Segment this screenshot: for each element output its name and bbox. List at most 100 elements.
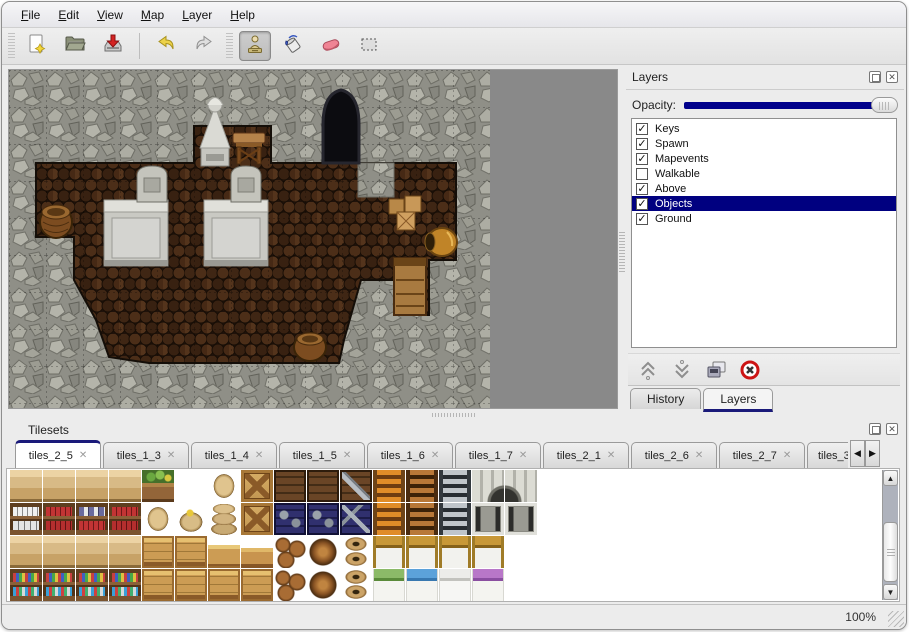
tileset-tile-bh[interactable] [406,536,438,568]
select-tool-button[interactable] [353,31,385,61]
eraser-tool-button[interactable] [315,31,347,61]
tileset-tile-sb[interactable] [43,503,75,535]
tileset-tile-xx[interactable] [505,569,537,601]
tileset-tile-lg[interactable] [439,470,471,502]
undo-button[interactable] [150,31,182,61]
layer-row-above[interactable]: ✓Above [632,181,896,196]
tab-close-icon[interactable]: ✕ [519,450,527,461]
tileset-tile-cl[interactable] [208,536,240,568]
fill-tool-button[interactable] [277,31,309,61]
tileset-tile-bw[interactable] [439,569,471,601]
tileset-tile-lb[interactable] [406,503,438,535]
tileset-tab-tiles_1_5[interactable]: tiles_1_5✕ [279,442,365,468]
tab-close-icon[interactable]: ✕ [255,450,263,461]
tileset-tile-sd[interactable] [10,503,42,535]
tab-close-icon[interactable]: ✕ [695,450,703,461]
tileset-tile-nt[interactable] [340,503,372,535]
tileset-tab-tiles_3[interactable]: tiles_3✕ [807,442,848,468]
tileset-scrollbar[interactable]: ▲ ▼ [882,470,898,600]
tileset-tile-sv[interactable] [109,569,141,601]
tileset-tile-nc[interactable] [274,503,306,535]
tileset-tile-arR[interactable] [505,470,537,502]
layer-row-ground[interactable]: ✓Ground [632,211,896,226]
new-file-button[interactable] [21,31,53,61]
layer-visibility-checkbox[interactable] [636,168,648,180]
tab-close-icon[interactable]: ✕ [607,450,615,461]
tab-close-icon[interactable]: ✕ [343,450,351,461]
tileset-tile-sb[interactable] [109,503,141,535]
tileset-tile-b3[interactable] [274,536,306,568]
layer-row-spawn[interactable]: ✓Spawn [632,136,896,151]
tileset-tile-os[interactable] [175,503,207,535]
tileset-tile-lo[interactable] [373,503,405,535]
layer-visibility-checkbox[interactable]: ✓ [636,198,648,210]
tileset-tile-st[interactable] [10,536,42,568]
scroll-up-button[interactable]: ▲ [883,470,898,486]
tab-close-icon[interactable]: ✕ [167,450,175,461]
tileset-tile-cx[interactable] [241,503,273,535]
tileset-tile-ob[interactable] [175,470,207,502]
tileset-tile-lg[interactable] [439,503,471,535]
menu-view[interactable]: View [88,4,132,26]
tileset-tile-po[interactable] [340,569,372,601]
tileset-tab-tiles_2_6[interactable]: tiles_2_6✕ [631,442,717,468]
layer-visibility-checkbox[interactable]: ✓ [636,138,648,150]
tileset-tile-lb[interactable] [406,470,438,502]
tileset-tile-sp[interactable] [76,503,108,535]
splitter-grip[interactable] [432,413,476,417]
open-file-button[interactable] [59,31,91,61]
close-panel-icon[interactable]: ✕ [886,71,898,83]
vertical-splitter[interactable] [618,69,626,409]
tileset-tile-sk[interactable] [142,503,174,535]
tab-close-icon[interactable]: ✕ [783,450,791,461]
layer-visibility-checkbox[interactable]: ✓ [636,123,648,135]
tileset-tile-bb[interactable] [406,569,438,601]
opacity-slider-track[interactable] [684,102,894,109]
tileset-tile-st[interactable] [76,536,108,568]
tab-close-icon[interactable]: ✕ [431,450,439,461]
layer-visibility-checkbox[interactable]: ✓ [636,213,648,225]
tileset-tab-tiles_1_7[interactable]: tiles_1_7✕ [455,442,541,468]
tileset-tab-tiles_1_4[interactable]: tiles_1_4✕ [191,442,277,468]
tileset-tile-b3[interactable] [274,569,306,601]
tileset-tile-bh[interactable] [439,536,471,568]
menu-map[interactable]: Map [132,4,173,26]
redo-button[interactable] [188,31,220,61]
tileset-tile-cr[interactable] [175,569,207,601]
tileset-tile-s2[interactable] [208,503,240,535]
opacity-slider[interactable] [684,97,898,113]
tileset-tile-cr[interactable] [241,569,273,601]
scrollbar-thumb[interactable] [883,522,898,582]
tileset-tile-st[interactable] [10,470,42,502]
tileset-tile-st[interactable] [43,536,75,568]
tileset-tile-dc[interactable] [307,470,339,502]
tileset-tile-bp[interactable] [472,569,504,601]
layer-row-walkable[interactable]: Walkable [632,166,896,181]
scroll-down-button[interactable]: ▼ [883,584,898,600]
tileset-tile-st[interactable] [76,470,108,502]
tileset-tile-sv[interactable] [43,569,75,601]
tileset-tile-bg[interactable] [373,569,405,601]
tileset-tile-cw[interactable] [142,536,174,568]
tileset-tile-cs[interactable] [241,536,273,568]
delete-layer-button[interactable] [738,358,762,382]
layer-row-mapevents[interactable]: ✓Mapevents [632,151,896,166]
tileset-tile-b1[interactable] [307,569,339,601]
tileset-tab-tiles_2_5[interactable]: tiles_2_5✕ [15,440,101,468]
tileset-tile-arL[interactable] [472,470,504,502]
tileset-tile-cr[interactable] [208,569,240,601]
tileset-tile-zc[interactable] [340,470,372,502]
tileset-image[interactable] [10,470,537,601]
tileset-tile-dr[interactable] [472,503,504,535]
tab-close-icon[interactable]: ✕ [79,450,87,461]
resize-grip[interactable] [888,611,904,627]
splitter-grip[interactable] [619,232,625,272]
tileset-tile-sv[interactable] [76,569,108,601]
save-file-button[interactable] [97,31,129,61]
tileset-tile-st[interactable] [109,470,141,502]
tileset-tile-bh[interactable] [373,536,405,568]
tileset-tab-tiles_1_6[interactable]: tiles_1_6✕ [367,442,453,468]
tileset-tile-st[interactable] [43,470,75,502]
tileset-tile-bh[interactable] [472,536,504,568]
menu-file[interactable]: File [12,4,49,26]
